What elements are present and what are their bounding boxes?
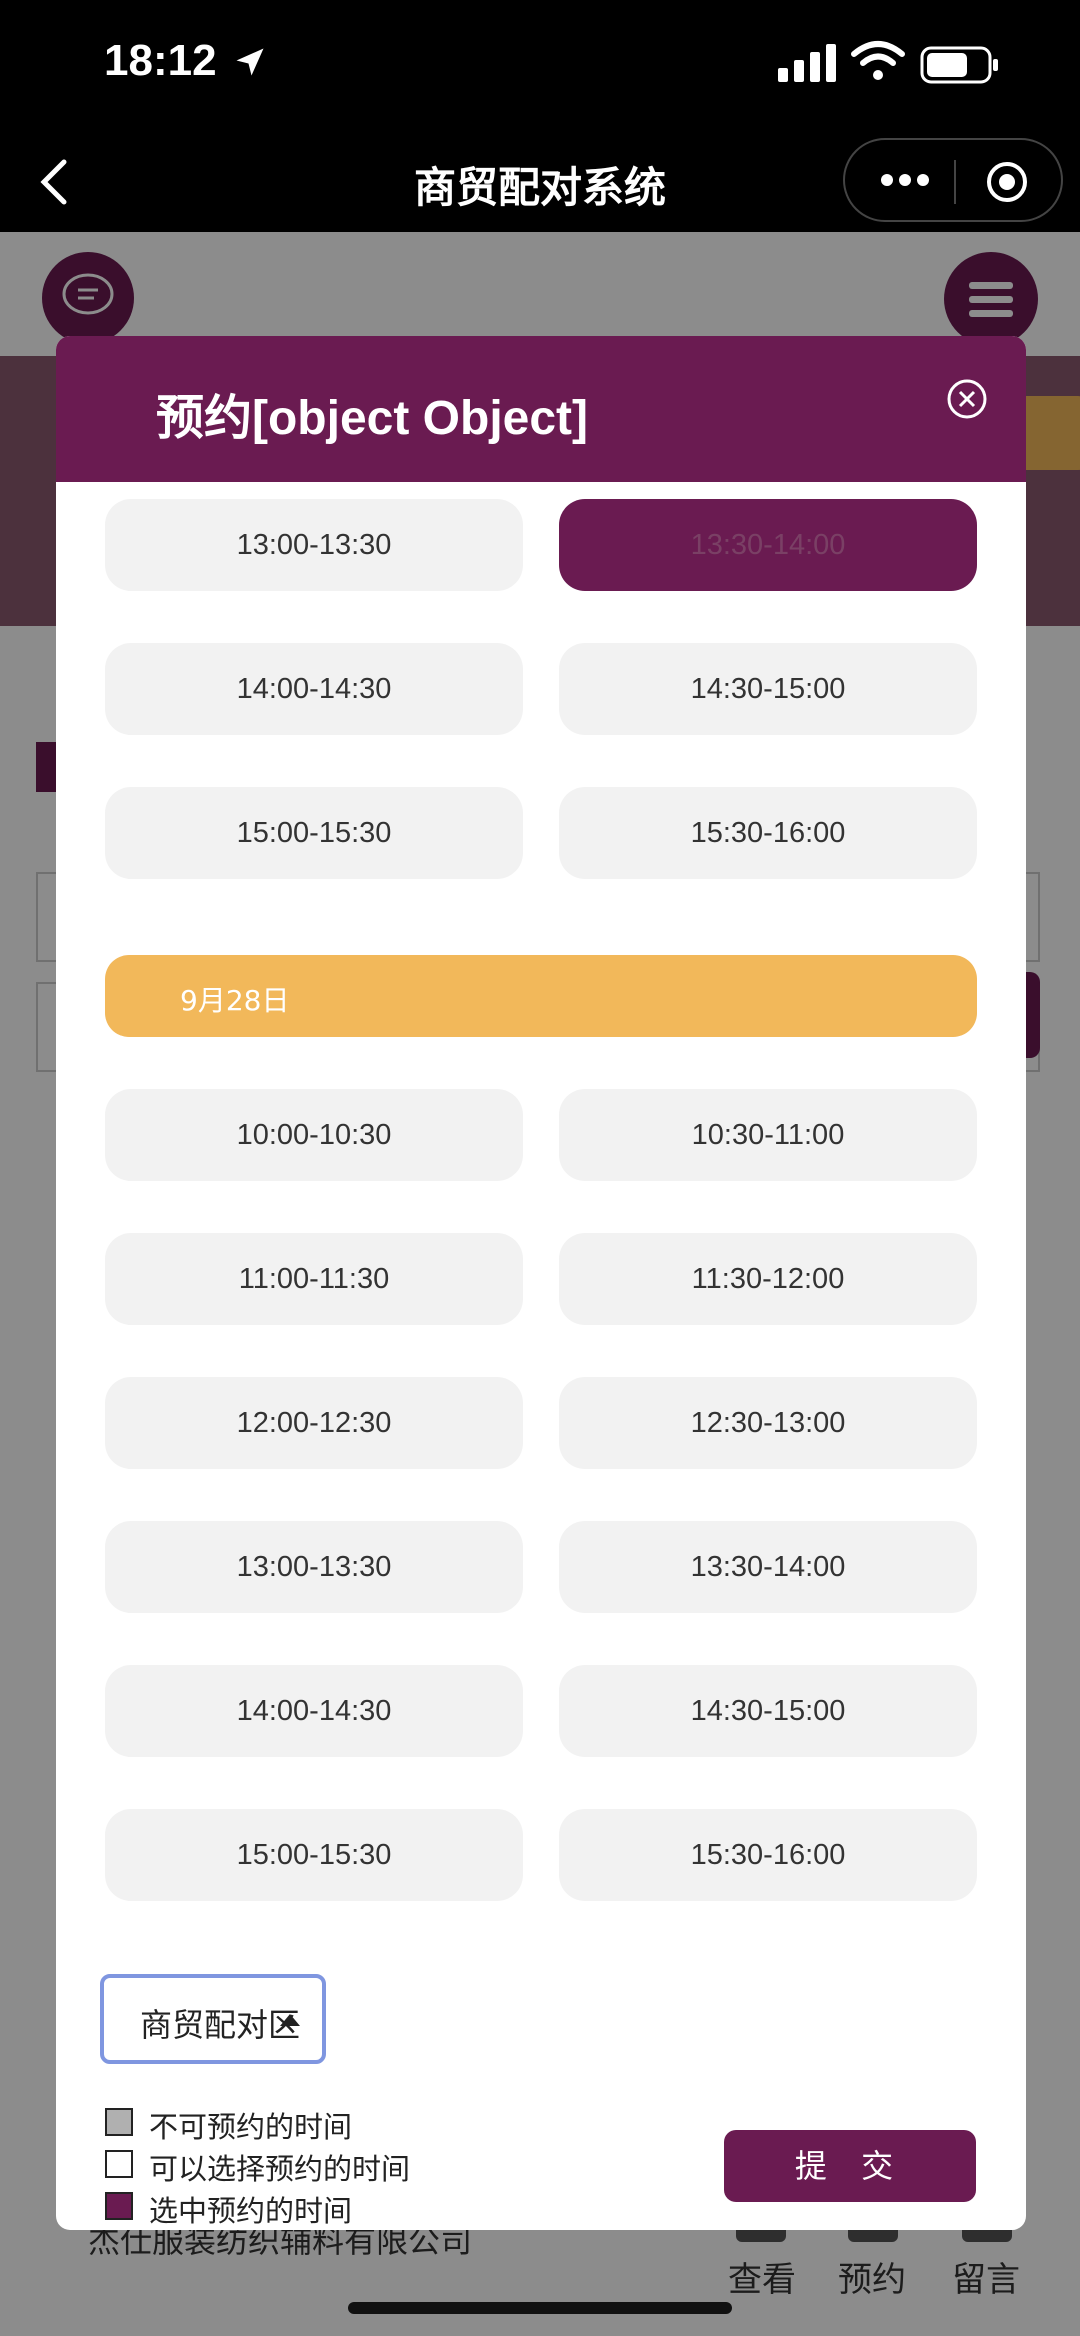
date-header: 9月28日: [105, 955, 977, 1037]
time-slot[interactable]: 14:30-15:00: [559, 1665, 977, 1757]
mini-program-capsule: [843, 138, 1063, 222]
time-slot[interactable]: 11:00-11:30: [105, 1233, 523, 1325]
modal-title: 预约[object Object]: [156, 392, 589, 445]
legend-label: 可以选择预约的时间: [149, 2152, 411, 2186]
battery-icon: [920, 46, 998, 84]
legend-label: 选中预约的时间: [149, 2194, 353, 2228]
legend-swatch-white: [105, 2150, 133, 2178]
booking-modal: 预约[object Object] 13:00-13:30 13:30-14:0…: [56, 336, 1026, 2230]
capsule-divider: [954, 160, 956, 204]
time-slot-label: 13:30-14:00: [690, 529, 846, 561]
legend-swatch-purple: [105, 2192, 133, 2220]
time-slot[interactable]: 15:00-15:30: [105, 787, 523, 879]
submit-button[interactable]: 提 交: [724, 2130, 976, 2202]
status-bar: 18:12: [0, 0, 1080, 132]
time-slot[interactable]: 14:00-14:30: [105, 643, 523, 735]
time-slot[interactable]: 14:30-15:00: [559, 643, 977, 735]
time-slot[interactable]: 11:30-12:00: [559, 1233, 977, 1325]
home-indicator[interactable]: [348, 2302, 732, 2314]
time-slot[interactable]: 13:00-13:30: [105, 1521, 523, 1613]
time-slot[interactable]: 13:30-14:00: [559, 1521, 977, 1613]
modal-header: 预约[object Object]: [56, 336, 1026, 482]
date-label: 9月28日: [180, 984, 290, 1017]
wifi-icon: [851, 41, 905, 80]
time-slot[interactable]: 15:00-15:30: [105, 1809, 523, 1901]
nav-bar: 商贸配对系统: [0, 132, 1080, 232]
more-dots-icon[interactable]: [875, 158, 935, 202]
area-select[interactable]: 商贸配对区: [100, 1974, 326, 2064]
time-slot[interactable]: 13:00-13:30: [105, 499, 523, 591]
location-arrow-icon: [236, 48, 264, 76]
time-slot[interactable]: 15:30-16:00: [559, 787, 977, 879]
close-target-icon[interactable]: [983, 158, 1031, 206]
time-slot-selected[interactable]: 13:30-14:00: [559, 499, 977, 591]
time-slot[interactable]: 15:30-16:00: [559, 1809, 977, 1901]
status-time: 18:12: [104, 36, 217, 85]
close-icon[interactable]: [946, 378, 988, 420]
time-slot[interactable]: 14:00-14:30: [105, 1665, 523, 1757]
time-slot[interactable]: 10:30-11:00: [559, 1089, 977, 1181]
legend-swatch-gray: [105, 2108, 133, 2136]
time-slot[interactable]: 12:00-12:30: [105, 1377, 523, 1469]
cellular-signal-icon: [778, 44, 836, 82]
caret-up-icon: [280, 2014, 300, 2026]
legend-label: 不可预约的时间: [149, 2110, 353, 2144]
time-slot[interactable]: 12:30-13:00: [559, 1377, 977, 1469]
time-slot[interactable]: 10:00-10:30: [105, 1089, 523, 1181]
